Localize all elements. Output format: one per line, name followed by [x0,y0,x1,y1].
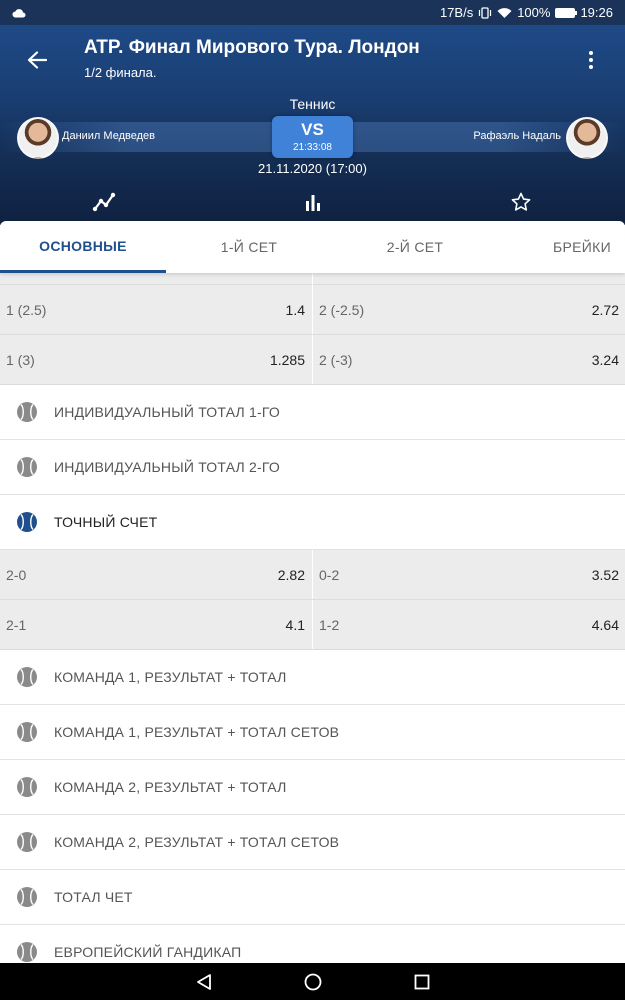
triangle-back-icon [196,973,211,990]
market-label: КОМАНДА 1, РЕЗУЛЬТАТ + ТОТАЛ [54,669,287,685]
markets-list: 1 (2.5) 1.4 2 (-2.5) 2.72 1 (3) 1.285 2 (-3… [0,273,625,963]
tennis-ball-icon [17,832,37,852]
market-total-even[interactable]: ТОТАЛ ЧЕТ [0,870,625,925]
vs-badge: VS 21:33:08 [272,116,353,158]
market-individual-total-1[interactable]: ИНДИВИДУАЛЬНЫЙ ТОТАЛ 1-ГО [0,385,625,440]
odds-row: 1 (3) 1.285 2 (-3) 3.24 [0,335,625,385]
market-tabs: ОСНОВНЫЕ 1-Й СЕТ 2-Й СЕТ БРЕЙКИ [0,221,625,273]
odds-value: 2.72 [591,301,619,318]
odds-label: 0-2 [319,566,340,583]
market-label: КОМАНДА 2, РЕЗУЛЬТАТ + ТОТАЛ [54,779,287,795]
odds-cell[interactable]: 1-2 4.64 [312,600,625,649]
tennis-ball-icon [17,402,37,422]
line-chart-icon [92,192,116,212]
battery-icon [555,7,578,18]
odds-cell[interactable]: 0-2 3.52 [312,550,625,599]
tab-main[interactable]: ОСНОВНЫЕ [0,221,166,273]
team2-avatar [566,117,608,159]
odds-label: 1 (3) [6,351,35,368]
odds-row-partial [0,273,625,285]
favorite-button[interactable] [507,190,535,214]
market-team2-result-sets[interactable]: КОМАНДА 2, РЕЗУЛЬТАТ + ТОТАЛ СЕТОВ [0,815,625,870]
match-datetime: 21.11.2020 (17:00) [258,161,367,176]
back-button[interactable] [22,45,52,75]
tennis-ball-icon [17,887,37,907]
odds-label: 2 (-3) [319,351,353,368]
market-label: ЕВРОПЕЙСКИЙ ГАНДИКАП [54,944,242,960]
market-individual-total-2[interactable]: ИНДИВИДУАЛЬНЫЙ ТОТАЛ 2-ГО [0,440,625,495]
tab-set-2[interactable]: 2-Й СЕТ [332,221,498,273]
market-team1-result-total[interactable]: КОМАНДА 1, РЕЗУЛЬТАТ + ТОТАЛ [0,650,625,705]
vs-label: VS [301,120,324,139]
odds-label: 2 (-2.5) [319,301,365,318]
stats-line-button[interactable] [90,190,118,214]
odds-row: 1 (2.5) 1.4 2 (-2.5) 2.72 [0,285,625,335]
market-label: КОМАНДА 1, РЕЗУЛЬТАТ + ТОТАЛ СЕТОВ [54,724,340,740]
tennis-ball-icon [17,777,37,797]
odds-row: 2-0 2.82 0-2 3.52 [0,550,625,600]
odds-cell[interactable]: 2 (-3) 3.24 [312,335,625,384]
odds-cell[interactable]: 2 (-2.5) 2.72 [312,285,625,334]
odds-value: 3.52 [591,566,619,583]
clock-time: 19:26 [580,5,613,20]
market-label: ТОЧНЫЙ СЧЕТ [54,514,158,530]
odds-cell[interactable]: 1 (3) 1.285 [0,335,312,384]
nav-back-button[interactable] [192,970,216,994]
odds-value: 2.82 [277,566,305,583]
battery-percent: 100% [517,5,551,20]
circle-home-icon [304,973,321,990]
tab-set-1[interactable]: 1-Й СЕТ [166,221,332,273]
page-subtitle: 1/2 финала. [84,65,157,80]
market-label: КОМАНДА 2, РЕЗУЛЬТАТ + ТОТАЛ СЕТОВ [54,834,340,850]
market-label: ИНДИВИДУАЛЬНЫЙ ТОТАЛ 1-ГО [54,404,280,420]
cloud-icon [12,8,26,18]
tennis-ball-icon [17,667,37,687]
market-label: ИНДИВИДУАЛЬНЫЙ ТОТАЛ 2-ГО [54,459,280,475]
market-team2-result-total[interactable]: КОМАНДА 2, РЕЗУЛЬТАТ + ТОТАЛ [0,760,625,815]
bar-chart-icon [306,195,320,211]
market-european-handicap[interactable]: ЕВРОПЕЙСКИЙ ГАНДИКАП [0,925,625,963]
market-team1-result-sets[interactable]: КОМАНДА 1, РЕЗУЛЬТАТ + ТОТАЛ СЕТОВ [0,705,625,760]
odds-value: 4.1 [285,616,305,633]
sport-name: Теннис [289,96,336,112]
odds-label: 2-1 [6,616,27,633]
odds-value: 3.24 [591,351,619,368]
square-recents-icon [414,974,429,989]
market-exact-score[interactable]: ТОЧНЫЙ СЧЕТ [0,495,625,550]
vibrate-icon [479,6,492,19]
team1-name: Даниил Медведев [62,130,155,142]
team2-name: Рафаэль Надаль [473,130,561,142]
more-menu-button[interactable] [578,45,604,75]
tab-breaks[interactable]: БРЕЙКИ [498,221,625,273]
tennis-ball-icon [17,722,37,742]
stats-bar-button[interactable] [299,190,327,214]
match-timer: 21:33:08 [293,142,332,153]
network-speed: 17B/s [439,5,474,20]
arrow-left-icon [27,51,47,69]
wifi-icon [497,7,512,18]
odds-cell[interactable]: 2-1 4.1 [0,600,312,649]
odds-label: 2-0 [6,566,27,583]
odds-value: 4.64 [591,616,619,633]
odds-label: 1 (2.5) [6,301,47,318]
system-nav-bar [0,963,625,1000]
team1-avatar [17,117,59,159]
tennis-ball-icon [17,457,37,477]
tennis-ball-icon [17,512,37,532]
event-header: ATP. Финал Мирового Тура. Лондон 1/2 фин… [0,25,625,225]
nav-recents-button[interactable] [410,970,434,994]
market-label: ТОТАЛ ЧЕТ [54,889,133,905]
star-icon [511,192,531,211]
odds-cell[interactable]: 1 (2.5) 1.4 [0,285,312,334]
odds-row: 2-1 4.1 1-2 4.64 [0,600,625,650]
odds-label: 1-2 [319,616,340,633]
odds-value: 1.4 [285,301,305,318]
nav-home-button[interactable] [301,970,325,994]
tennis-ball-icon [17,942,37,962]
page-title: ATP. Финал Мирового Тура. Лондон [84,37,420,58]
odds-cell[interactable]: 2-0 2.82 [0,550,312,599]
status-bar: 17B/s 100% 19:26 [0,0,625,25]
odds-value: 1.285 [269,351,305,368]
